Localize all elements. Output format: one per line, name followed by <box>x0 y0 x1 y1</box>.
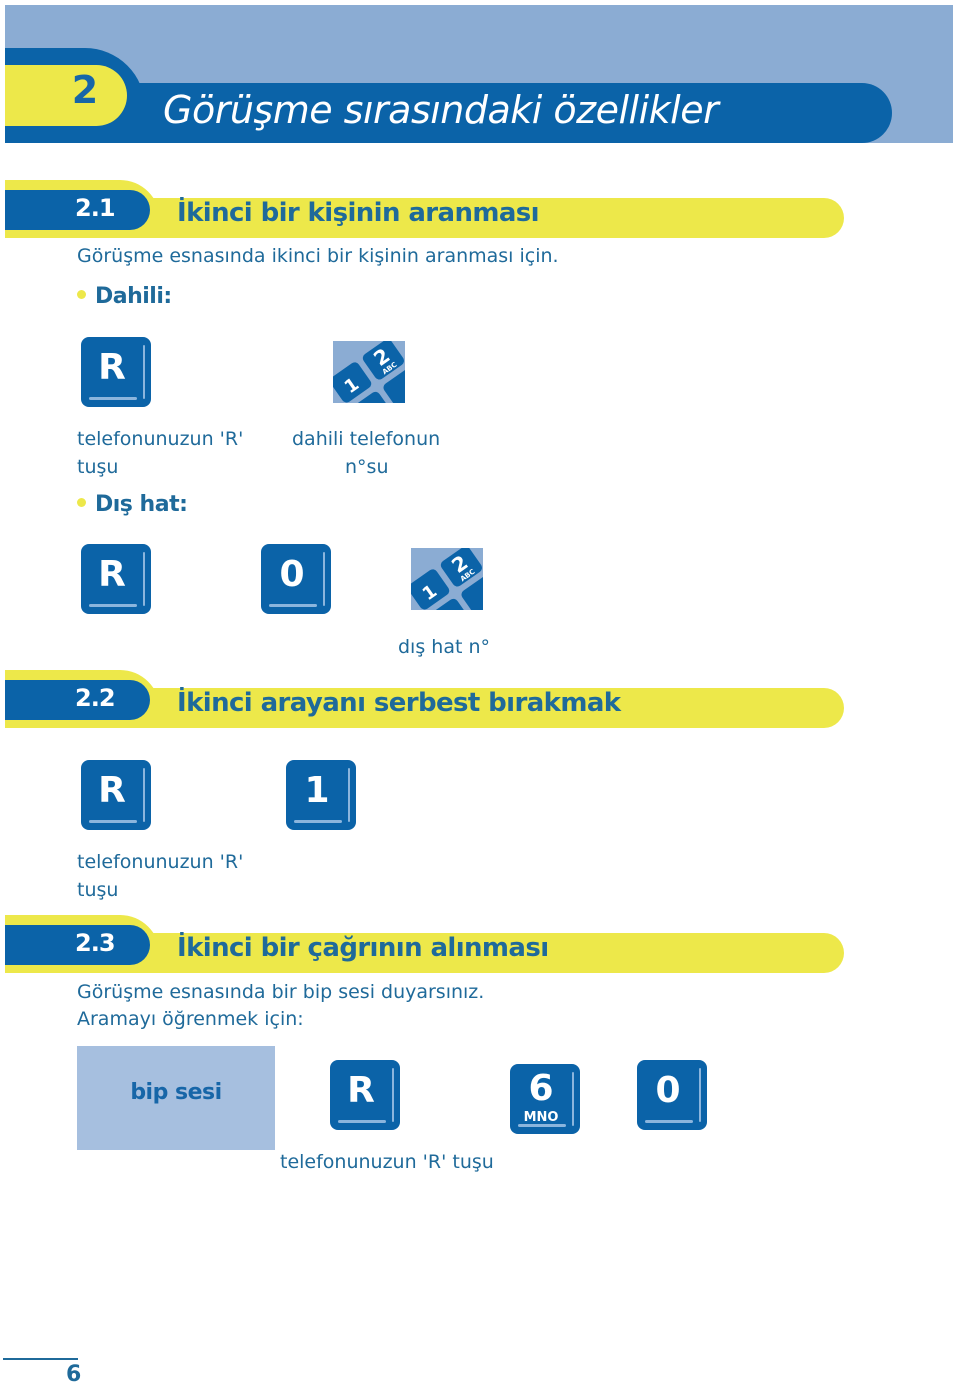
page-number: 6 <box>66 1362 82 1387</box>
six-mno-key: 6 MNO <box>510 1064 580 1134</box>
section-header-2-1: 2.1 İkinci bir kişinin aranması <box>5 176 845 240</box>
bullet-internal: Dahili: <box>77 284 172 309</box>
section-intro-line1: Görüşme esnasında bir bip sesi duyarsını… <box>77 981 485 1003</box>
section-header-2-2: 2.2 İkinci arayanı serbest bırakmak <box>5 666 845 730</box>
r-key-caption: telefonunuzun 'R' tuşu <box>280 1151 494 1173</box>
section-number: 2.1 <box>75 194 116 222</box>
bullet-external: Dış hat: <box>77 492 188 517</box>
beep-sound-label: bip sesi <box>130 1080 222 1105</box>
beep-sound-box: bip sesi <box>77 1046 275 1150</box>
r-key-caption-line2: tuşu <box>77 879 119 901</box>
section-header-2-3: 2.3 İkinci bir çağrının alınması <box>5 911 845 975</box>
r-key: R <box>81 337 151 407</box>
keypad-caption: dış hat n° <box>398 636 490 658</box>
section-number: 2.3 <box>75 929 116 957</box>
section-intro: Görüşme esnasında ikinci bir kişinin ara… <box>77 245 559 267</box>
page-rule <box>3 1358 78 1360</box>
one-key: 1 <box>286 760 356 830</box>
bullet-dot-icon <box>77 289 86 299</box>
r-key-caption-line1: telefonunuzun 'R' <box>77 851 244 873</box>
zero-key: 0 <box>261 544 331 614</box>
section-title: İkinci bir kişinin aranması <box>177 198 540 228</box>
section-title: İkinci arayanı serbest bırakmak <box>177 688 621 718</box>
keypad-caption-line2: n°su <box>345 456 389 478</box>
r-key: R <box>330 1060 400 1130</box>
r-key: R <box>81 760 151 830</box>
r-key-caption-line2: tuşu <box>77 456 119 478</box>
section-intro-line2: Aramayı öğrenmek için: <box>77 1008 304 1030</box>
r-key-caption-line1: telefonunuzun 'R' <box>77 428 244 450</box>
section-title: İkinci bir çağrının alınması <box>177 933 549 963</box>
keypad-icon: 1 2 ABC <box>333 341 405 403</box>
keypad-caption-line1: dahili telefonun <box>292 428 441 450</box>
zero-key: 0 <box>637 1060 707 1130</box>
chapter-number: 2 <box>71 68 99 112</box>
bullet-dot-icon <box>77 497 86 507</box>
keypad-icon: 1 2 ABC <box>411 548 483 610</box>
chapter-title: Görüşme sırasındaki özellikler <box>163 88 719 132</box>
section-number: 2.2 <box>75 684 116 712</box>
r-key: R <box>81 544 151 614</box>
